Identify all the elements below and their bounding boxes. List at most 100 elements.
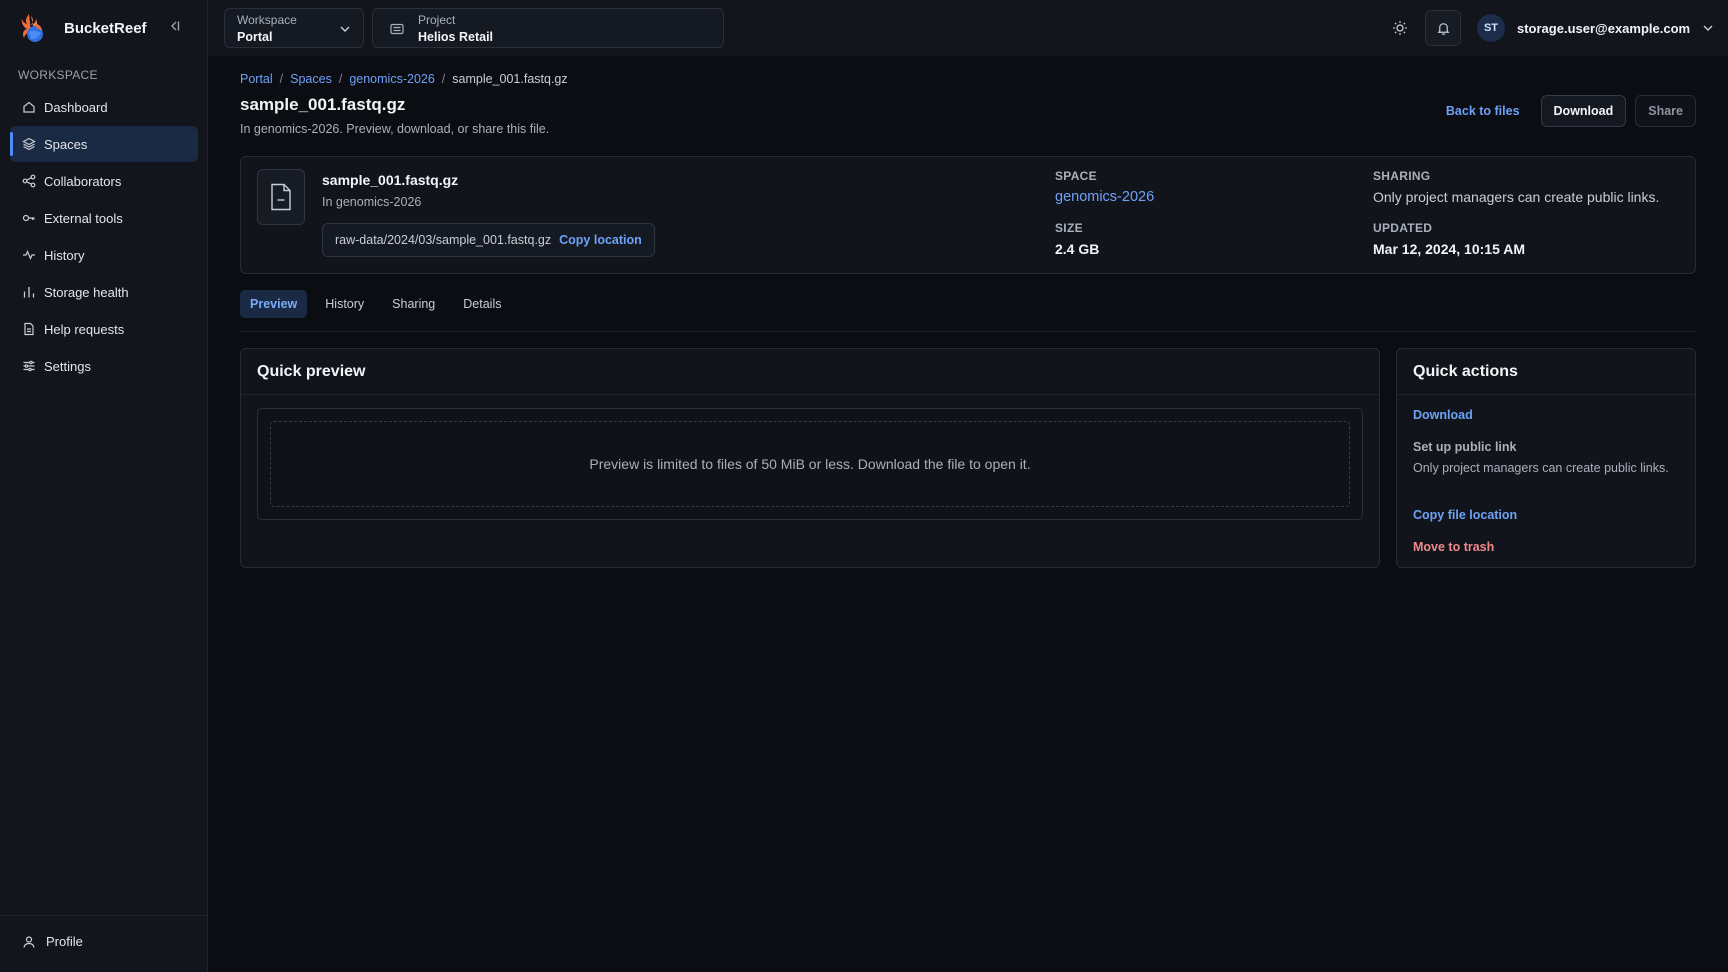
breadcrumb-spaces[interactable]: Spaces	[290, 72, 332, 86]
sidebar-item-label: Storage health	[44, 284, 129, 300]
topbar: Workspace Portal Project Helios Retail S…	[208, 0, 1728, 56]
nav-section-label: WORKSPACE	[18, 68, 98, 82]
breadcrumb-separator: /	[441, 72, 446, 86]
breadcrumb-separator: /	[279, 72, 284, 86]
project-picker-value: Helios Retail	[418, 30, 494, 44]
activity-icon	[23, 249, 35, 261]
sliders-icon	[23, 360, 35, 372]
user-menu[interactable]: ST storage.user@example.com	[1477, 14, 1714, 42]
layers-icon	[22, 137, 36, 151]
sidebar-item-spaces[interactable]: Spaces	[10, 126, 198, 162]
sidebar-item-label: Collaborators	[44, 173, 122, 189]
tab-sharing[interactable]: Sharing	[382, 290, 445, 318]
file-name: sample_001.fastq.gz	[322, 172, 459, 188]
document-icon	[24, 322, 34, 336]
key-icon	[22, 214, 35, 222]
sidebar-item-label: External tools	[44, 210, 123, 226]
file-summary-card: sample_001.fastq.gz In genomics-2026 raw…	[240, 156, 1696, 274]
meta-space: SPACE genomics-2026	[1055, 169, 1154, 205]
preview-area: Preview is limited to files of 50 MiB or…	[257, 408, 1363, 520]
breadcrumb-separator: /	[338, 72, 343, 86]
file-thumbnail	[257, 169, 305, 225]
header-actions: Back to files Download Share	[1446, 95, 1696, 127]
copy-file-location-link[interactable]: Copy file location	[1413, 508, 1517, 522]
sidebar-item-help-requests[interactable]: Help requests	[10, 311, 198, 347]
page-title: sample_001.fastq.gz	[240, 95, 406, 114]
meta-label: SPACE	[1055, 169, 1097, 183]
breadcrumb-current: sample_001.fastq.gz	[452, 72, 568, 86]
sidebar-item-storage-health[interactable]: Storage health	[10, 274, 198, 310]
bell-icon	[1436, 22, 1450, 35]
breadcrumb-space[interactable]: genomics-2026	[349, 72, 434, 86]
file-parent-space: In genomics-2026	[322, 195, 422, 209]
quick-download-link[interactable]: Download	[1413, 408, 1473, 422]
sidebar-nav: Dashboard Spaces Collaborators External …	[10, 89, 198, 385]
download-button[interactable]: Download	[1540, 95, 1627, 127]
preview-message: Preview is limited to files of 50 MiB or…	[270, 421, 1350, 507]
sidebar-item-settings[interactable]: Settings	[10, 348, 198, 384]
meta-label: SIZE	[1055, 221, 1083, 235]
workspace-picker[interactable]: Workspace Portal	[224, 8, 364, 48]
file-size: 2.4 GB	[1055, 241, 1100, 257]
sidebar-item-external-tools[interactable]: External tools	[10, 200, 198, 236]
public-link-title: Set up public link	[1413, 440, 1517, 454]
sidebar-item-collaborators[interactable]: Collaborators	[10, 163, 198, 199]
quick-preview-panel: Quick preview Preview is limited to file…	[240, 348, 1380, 568]
sidebar-item-label: Spaces	[44, 136, 88, 152]
notifications-button[interactable]	[1425, 10, 1461, 46]
back-to-files-link[interactable]: Back to files	[1446, 104, 1520, 118]
home-icon	[23, 101, 35, 113]
file-location-path: raw-data/2024/03/sample_001.fastq.gz	[335, 233, 552, 247]
chevron-down-icon	[1703, 25, 1713, 31]
meta-label: UPDATED	[1373, 221, 1433, 235]
space-link[interactable]: genomics-2026	[1055, 189, 1154, 205]
avatar: ST	[1477, 14, 1505, 42]
page-subtitle: In genomics-2026. Preview, download, or …	[240, 122, 550, 136]
profile-label: Profile	[46, 934, 83, 949]
chevron-down-icon	[340, 26, 350, 32]
sidebar: BucketReef WORKSPACE Dashboard Spaces Co…	[0, 0, 208, 972]
move-to-trash-link[interactable]: Move to trash	[1413, 540, 1494, 554]
project-card-icon	[390, 23, 404, 35]
user-email: storage.user@example.com	[1517, 20, 1691, 36]
file-location: raw-data/2024/03/sample_001.fastq.gz Cop…	[322, 223, 655, 257]
bucketreef-logo-icon	[21, 14, 43, 42]
app-name: BucketReef	[64, 19, 147, 37]
project-picker[interactable]: Project Helios Retail	[372, 8, 724, 48]
meta-label: SHARING	[1373, 169, 1431, 183]
meta-size: SIZE 2.4 GB	[1055, 221, 1099, 257]
quick-actions-panel: Quick actions Download Set up public lin…	[1396, 348, 1696, 568]
meta-updated: UPDATED Mar 12, 2024, 10:15 AM	[1373, 221, 1525, 257]
collapse-sidebar-icon[interactable]	[166, 18, 182, 34]
public-link-description: Only project managers can create public …	[1413, 461, 1669, 475]
sidebar-footer: Profile	[0, 915, 208, 972]
project-picker-label: Project	[418, 13, 456, 27]
sidebar-item-label: Settings	[44, 358, 91, 374]
file-icon	[271, 183, 291, 211]
file-tabs: Preview History Sharing Details	[240, 290, 1696, 332]
panel-title: Quick actions	[1397, 349, 1695, 395]
sidebar-item-label: Help requests	[44, 321, 125, 337]
sharing-status: Only project managers can create public …	[1373, 189, 1660, 205]
tab-history[interactable]: History	[315, 290, 374, 318]
bar-chart-icon	[23, 287, 35, 298]
user-icon	[23, 935, 35, 948]
breadcrumb-portal[interactable]: Portal	[240, 72, 273, 86]
breadcrumb: Portal / Spaces / genomics-2026 / sample…	[240, 72, 568, 86]
share-button[interactable]: Share	[1635, 95, 1696, 127]
sidebar-item-dashboard[interactable]: Dashboard	[10, 89, 198, 125]
copy-location-button[interactable]: Copy location	[559, 233, 642, 247]
workspace-picker-label: Workspace	[237, 13, 297, 27]
tab-preview[interactable]: Preview	[240, 290, 308, 318]
share-nodes-icon	[22, 174, 36, 188]
profile-link[interactable]: Profile	[22, 934, 83, 949]
meta-sharing: SHARING Only project managers can create…	[1373, 169, 1665, 205]
sidebar-item-history[interactable]: History	[10, 237, 198, 273]
sun-icon[interactable]	[1391, 19, 1409, 37]
brand[interactable]: BucketReef	[20, 10, 147, 46]
panel-title: Quick preview	[241, 349, 1379, 395]
sidebar-item-label: History	[44, 247, 85, 263]
sidebar-item-label: Dashboard	[44, 99, 108, 115]
workspace-picker-value: Portal	[237, 30, 273, 44]
tab-details[interactable]: Details	[453, 290, 511, 318]
